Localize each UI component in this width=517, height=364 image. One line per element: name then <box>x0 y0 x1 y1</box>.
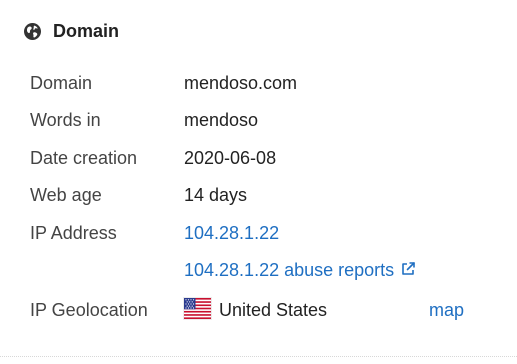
card-title: Domain <box>53 20 120 41</box>
ip-address-label: IP Address <box>30 223 117 243</box>
globe-icon <box>24 22 41 40</box>
web-age-label: Web age <box>30 185 102 205</box>
abuse-reports-label: 104.28.1.22 abuse reports <box>184 260 395 280</box>
domain-label: Domain <box>30 73 93 93</box>
abuse-reports-link[interactable]: 104.28.1.22 abuse reports <box>184 260 416 281</box>
ip-address-link[interactable]: 104.28.1.22 <box>184 223 279 244</box>
card-header: Domain <box>24 20 119 42</box>
domain-info-card: Domain Domain mendoso.com Words in mendo… <box>0 0 517 364</box>
us-flag-icon <box>184 298 211 319</box>
country-name: United States <box>219 300 328 320</box>
web-age-value: 14 days <box>184 185 248 205</box>
map-link[interactable]: map <box>429 300 464 321</box>
bottom-divider <box>0 356 517 357</box>
ip-geolocation-label: IP Geolocation <box>30 300 148 320</box>
date-creation-value: 2020-06-08 <box>184 148 277 168</box>
domain-value: mendoso.com <box>184 73 298 93</box>
date-creation-label: Date creation <box>30 148 138 168</box>
ip-geolocation-value: United States <box>184 298 327 321</box>
words-in-label: Words in <box>30 110 101 130</box>
words-in-value: mendoso <box>184 110 259 130</box>
external-link-icon <box>400 261 416 277</box>
